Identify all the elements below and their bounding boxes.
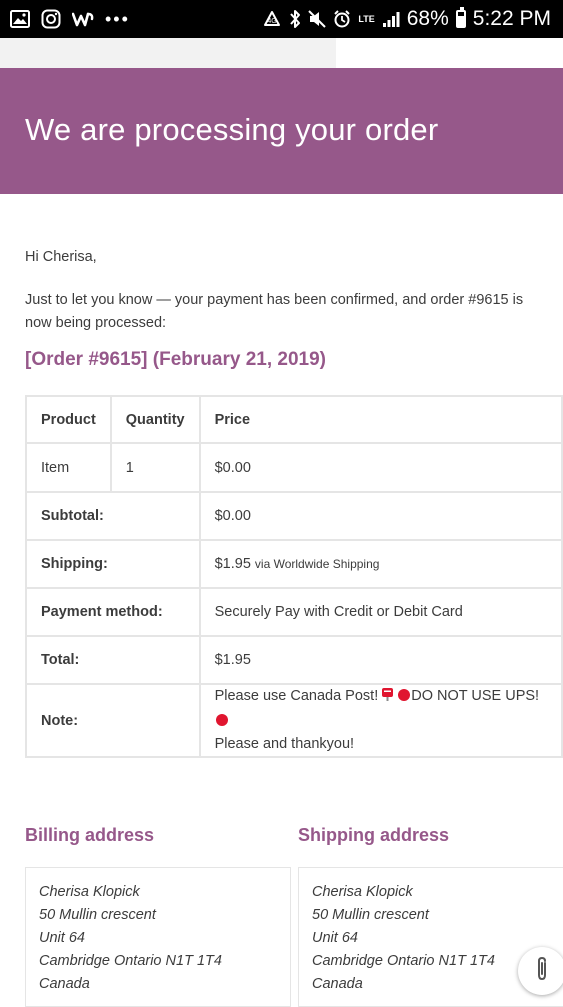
table-header-row: Product Quantity Price <box>25 395 563 444</box>
payment-label: Payment method: <box>25 587 201 637</box>
shipping-city: Cambridge Ontario N1T 1T4 <box>312 953 495 969</box>
shipping-country: Canada <box>312 976 363 992</box>
shipping-cost: $1.95 via Worldwide Shipping <box>198 539 563 589</box>
wish-icon <box>72 11 94 27</box>
battery-level <box>457 16 464 26</box>
subtotal-value: $0.00 <box>198 491 563 541</box>
note-text-3: Please and thankyou! <box>214 736 355 752</box>
subtotal-label: Subtotal: <box>25 491 201 541</box>
postbox-icon <box>381 687 394 710</box>
more-dots-icon: ••• <box>105 8 130 29</box>
total-value: $1.95 <box>198 635 563 685</box>
total-label: Total: <box>25 635 201 685</box>
alarm-icon <box>333 10 351 28</box>
battery-percentage: 68% <box>406 7 449 30</box>
email-header-title: We are processing your order <box>25 112 439 147</box>
note-row: Note: Please use Canada Post! DO NOT USE … <box>25 683 563 758</box>
header-quantity: Quantity <box>109 395 201 444</box>
shipping-name: Cherisa Klopick <box>312 884 413 900</box>
item-product: Item <box>25 442 112 493</box>
status-bar: ••• 4G LTE 68% 5:22 PM <box>0 0 563 38</box>
payment-row: Payment method: Securely Pay with Credit… <box>25 587 563 637</box>
item-quantity: 1 <box>109 442 201 493</box>
shipping-unit: Unit 64 <box>312 930 358 946</box>
subtotal-row: Subtotal: $0.00 <box>25 491 563 541</box>
shipping-method: via Worldwide Shipping <box>254 557 380 571</box>
note-text-1: Please use Canada Post! <box>214 688 379 704</box>
top-strip-gray <box>0 38 336 68</box>
payment-value: Securely Pay with Credit or Debit Card <box>198 587 563 637</box>
billing-unit: Unit 64 <box>39 930 85 946</box>
table-row: Item 1 $0.00 <box>25 442 563 493</box>
greeting: Hi Cherisa, <box>25 249 97 265</box>
total-row: Total: $1.95 <box>25 635 563 685</box>
red-circle-icon <box>398 689 411 701</box>
status-bar-notifications: ••• <box>10 0 130 38</box>
note-text-2: DO NOT USE UPS! <box>411 688 540 704</box>
billing-address-title: Billing address <box>25 825 155 845</box>
signal-icon <box>382 10 400 28</box>
gallery-icon <box>10 10 30 28</box>
item-price: $0.00 <box>198 442 563 493</box>
note-value: Please use Canada Post! DO NOT USE UPS! P… <box>198 683 563 758</box>
billing-country: Canada <box>39 976 90 992</box>
battery-icon <box>455 7 466 28</box>
shipping-label: Shipping: <box>25 539 201 589</box>
red-circle-icon <box>215 714 228 726</box>
header-product: Product <box>25 395 112 444</box>
note-label: Note: <box>25 683 201 758</box>
bluetooth-icon <box>289 9 301 29</box>
status-bar-system: 4G LTE 68% 5:22 PM <box>262 0 551 38</box>
lte-icon: LTE <box>358 13 375 24</box>
top-strip <box>0 38 563 68</box>
order-title[interactable]: [Order #9615] (February 21, 2019) <box>25 349 326 371</box>
intro-text: Just to let you know — your payment has … <box>25 292 524 331</box>
billing-city: Cambridge Ontario N1T 1T4 <box>39 953 222 969</box>
svg-text:4G: 4G <box>268 18 277 25</box>
billing-street: 50 Mullin crescent <box>39 907 156 923</box>
recycle-icon: 4G <box>262 10 282 28</box>
billing-address-box: Cherisa Klopick 50 Mullin crescent Unit … <box>25 867 291 1007</box>
header-price: Price <box>198 395 563 444</box>
order-table: Product Quantity Price Item 1 $0.00 Subt… <box>25 395 563 758</box>
paperclip-icon <box>535 956 549 987</box>
instagram-icon <box>41 9 61 29</box>
billing-name: Cherisa Klopick <box>39 884 140 900</box>
shipping-value: $1.95 <box>214 556 251 572</box>
shipping-street: 50 Mullin crescent <box>312 907 429 923</box>
mute-icon <box>308 10 327 28</box>
shipping-address-title: Shipping address <box>298 825 450 845</box>
attachment-button[interactable] <box>518 947 563 995</box>
email-header-banner: We are processing your order <box>0 68 563 194</box>
clock: 5:22 PM <box>472 7 551 30</box>
shipping-row: Shipping: $1.95 via Worldwide Shipping <box>25 539 563 589</box>
